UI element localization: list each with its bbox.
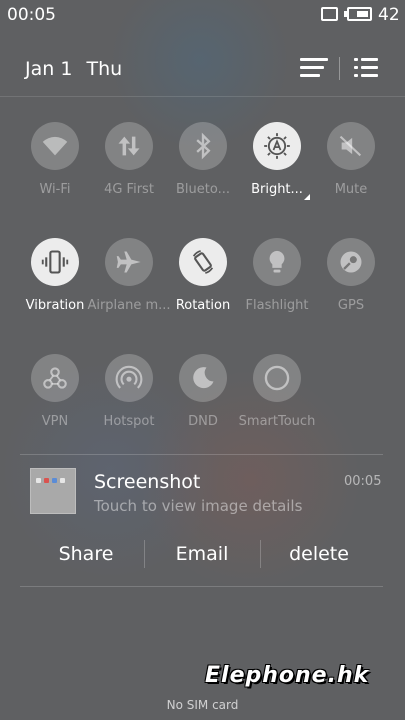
tile-4g-first[interactable]: 4G First bbox=[87, 122, 171, 197]
tile-mute-button[interactable] bbox=[327, 122, 375, 170]
share-button[interactable]: Share bbox=[31, 543, 141, 565]
notification-time: 00:05 bbox=[344, 474, 382, 489]
header-separator bbox=[0, 96, 405, 97]
header-divider bbox=[339, 57, 340, 80]
tile-label: Hotspot bbox=[103, 414, 155, 429]
battery-level: 42 bbox=[378, 5, 400, 25]
watermark-text: Elephone.hk bbox=[205, 663, 370, 688]
tile-rotation-button[interactable] bbox=[179, 238, 227, 286]
mute-icon bbox=[339, 135, 362, 157]
tile-gps[interactable]: GPS bbox=[309, 238, 393, 313]
smarttouch-icon bbox=[264, 365, 290, 391]
tile-label: Rotation bbox=[175, 298, 231, 313]
vibration-icon bbox=[41, 250, 69, 274]
date-header: Jan 1 Thu bbox=[25, 58, 130, 80]
tile-vibration-button[interactable] bbox=[31, 238, 79, 286]
tile-4g-first-button[interactable] bbox=[105, 122, 153, 170]
screenshot-thumbnail bbox=[30, 468, 76, 514]
vpn-icon bbox=[43, 367, 67, 389]
notification-title: Screenshot bbox=[94, 471, 201, 493]
action-divider bbox=[144, 540, 145, 568]
date-label: Jan 1 bbox=[25, 58, 73, 80]
gps-icon bbox=[340, 251, 362, 273]
delete-button[interactable]: delete bbox=[264, 543, 374, 565]
notification-bottom-divider bbox=[20, 586, 383, 587]
tile-label: Vibration bbox=[25, 298, 85, 313]
no-sim-status: No SIM card bbox=[166, 698, 239, 712]
tile-flashlight[interactable]: Flashlight bbox=[235, 238, 319, 313]
notification-top-divider bbox=[20, 454, 383, 455]
tile-vpn[interactable]: VPN bbox=[13, 354, 97, 429]
status-bar: 00:05 42 bbox=[0, 0, 405, 30]
data-arrows-icon bbox=[118, 136, 140, 156]
tile-mute[interactable]: Mute bbox=[309, 122, 393, 197]
tile-label: SmartTouch bbox=[238, 414, 316, 429]
tile-hotspot[interactable]: Hotspot bbox=[87, 354, 171, 429]
tile-label: Airplane m... bbox=[87, 298, 171, 313]
moon-icon bbox=[193, 367, 214, 389]
tile-dnd[interactable]: DND bbox=[161, 354, 245, 429]
tile-airplane-mode-button[interactable] bbox=[105, 238, 153, 286]
tile-wifi-button[interactable] bbox=[31, 122, 79, 170]
tile-smarttouch[interactable]: SmartTouch bbox=[235, 354, 319, 429]
flashlight-icon bbox=[269, 250, 285, 273]
tile-dnd-button[interactable] bbox=[179, 354, 227, 402]
action-divider bbox=[260, 540, 261, 568]
tile-brightness[interactable]: Bright... bbox=[235, 122, 319, 197]
tile-flashlight-button[interactable] bbox=[253, 238, 301, 286]
settings-list-icon[interactable] bbox=[354, 56, 378, 82]
tile-gps-button[interactable] bbox=[327, 238, 375, 286]
tile-label: 4G First bbox=[104, 182, 154, 197]
tile-label: DND bbox=[188, 414, 218, 429]
email-button[interactable]: Email bbox=[147, 543, 257, 565]
tile-wifi[interactable]: Wi-Fi bbox=[13, 122, 97, 197]
tile-label: Wi-Fi bbox=[39, 182, 71, 197]
wifi-icon bbox=[42, 136, 68, 156]
brightness-auto-icon bbox=[264, 133, 290, 159]
tile-label: Blueto... bbox=[176, 182, 230, 197]
tile-rotation[interactable]: Rotation bbox=[161, 238, 245, 313]
airplane-icon bbox=[116, 251, 141, 273]
status-time: 00:05 bbox=[7, 5, 56, 25]
tile-label: VPN bbox=[41, 414, 69, 429]
sim-icon bbox=[321, 7, 338, 21]
tile-vpn-button[interactable] bbox=[31, 354, 79, 402]
tile-label: Mute bbox=[334, 182, 368, 197]
tile-bluetooth-button[interactable] bbox=[179, 122, 227, 170]
hotspot-icon bbox=[115, 365, 143, 389]
notification-subtitle: Touch to view image details bbox=[94, 497, 303, 515]
day-label: Thu bbox=[86, 58, 123, 80]
tile-label: GPS bbox=[337, 298, 365, 313]
tile-brightness-button[interactable] bbox=[253, 122, 301, 170]
tile-vibration[interactable]: Vibration bbox=[13, 238, 97, 313]
tile-hotspot-button[interactable] bbox=[105, 354, 153, 402]
tile-airplane-mode[interactable]: Airplane m... bbox=[87, 238, 171, 313]
bluetooth-icon bbox=[196, 132, 211, 160]
rotation-icon bbox=[192, 250, 214, 274]
battery-icon bbox=[344, 7, 372, 21]
tile-smarttouch-button[interactable] bbox=[253, 354, 301, 402]
notification-list-icon[interactable] bbox=[300, 56, 330, 82]
tile-label: Flashlight bbox=[245, 298, 309, 313]
tile-bluetooth[interactable]: Blueto... bbox=[161, 122, 245, 197]
